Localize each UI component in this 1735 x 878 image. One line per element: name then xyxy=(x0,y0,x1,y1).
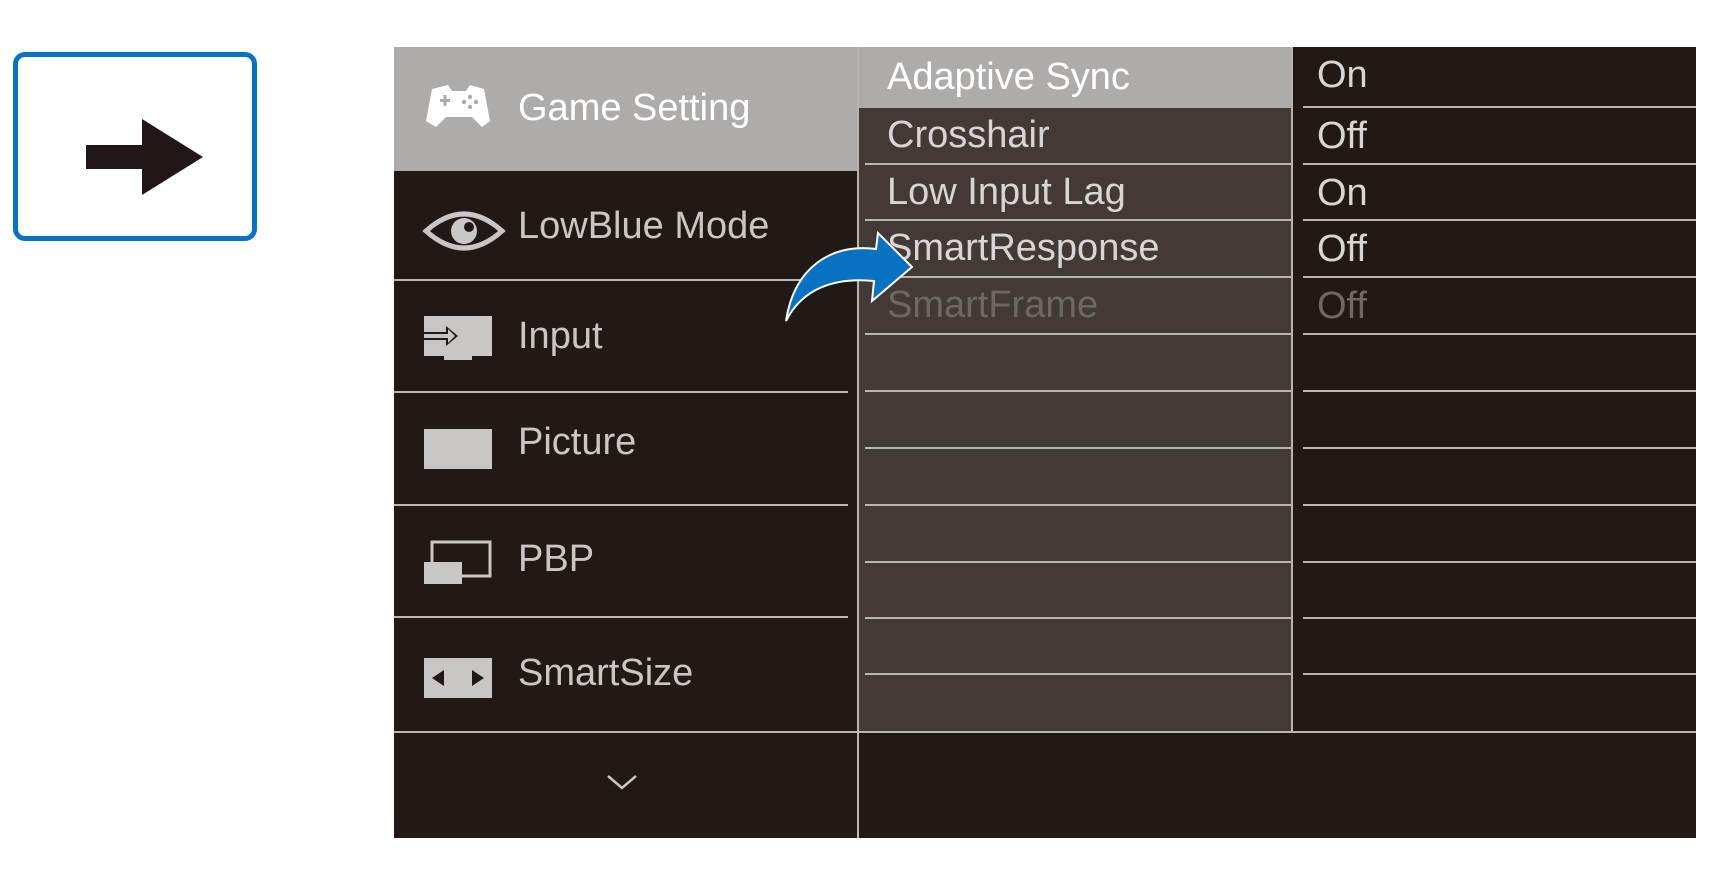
value-divider xyxy=(1303,333,1696,335)
submenu-item-low-input-lag[interactable]: Low Input Lag xyxy=(859,165,1291,222)
input-icon xyxy=(422,314,494,376)
value-divider xyxy=(1303,617,1696,619)
picture-icon xyxy=(422,427,494,481)
value-smartresponse[interactable]: Off xyxy=(1297,221,1696,278)
submenu-divider xyxy=(865,673,1291,675)
submenu-divider xyxy=(865,561,1291,563)
osd-panel: Game Setting LowBlue Mode Input Picture … xyxy=(394,47,1696,838)
value-label: On xyxy=(1317,172,1368,214)
menu-item-label: LowBlue Mode xyxy=(518,205,770,247)
value-divider xyxy=(1303,504,1696,506)
submenu-item-smartresponse[interactable]: SmartResponse xyxy=(859,221,1291,278)
submenu-divider xyxy=(865,504,1291,506)
right-arrow-icon xyxy=(86,119,203,195)
right-key-button[interactable] xyxy=(13,52,257,241)
main-menu: Game Setting LowBlue Mode Input Picture … xyxy=(394,47,857,838)
gamepad-icon xyxy=(422,81,492,141)
submenu-divider xyxy=(865,333,1291,335)
value-smartframe: Off xyxy=(1297,278,1696,335)
eye-icon xyxy=(422,203,506,269)
column-divider xyxy=(1291,47,1293,731)
osd-manual-illustration: Game Setting LowBlue Mode Input Picture … xyxy=(0,0,1735,878)
submenu: Adaptive Sync Crosshair Low Input Lag Sm… xyxy=(859,47,1291,731)
value-crosshair[interactable]: Off xyxy=(1297,108,1696,165)
submenu-item-smartframe: SmartFrame xyxy=(859,278,1291,335)
submenu-divider xyxy=(865,447,1291,449)
pbp-icon xyxy=(422,540,494,596)
value-divider xyxy=(1303,561,1696,563)
menu-item-game-setting[interactable]: Game Setting xyxy=(394,47,857,171)
value-label: Off xyxy=(1317,115,1367,157)
value-label: On xyxy=(1317,54,1368,96)
submenu-divider xyxy=(865,617,1291,619)
menu-item-label: SmartSize xyxy=(518,652,694,694)
submenu-item-adaptive-sync[interactable]: Adaptive Sync xyxy=(859,47,1291,108)
submenu-item-label: SmartResponse xyxy=(887,227,1160,269)
menu-item-label: PBP xyxy=(518,538,595,580)
panel-divider xyxy=(394,731,1696,733)
submenu-item-label: Crosshair xyxy=(887,114,1050,156)
curved-arrow-icon xyxy=(785,230,914,322)
value-label: Off xyxy=(1317,228,1367,270)
menu-item-picture[interactable]: Picture xyxy=(394,393,857,504)
menu-item-label: Game Setting xyxy=(518,87,751,129)
value-divider xyxy=(1303,390,1696,392)
menu-item-label: Picture xyxy=(518,421,637,463)
value-low-input-lag[interactable]: On xyxy=(1297,165,1696,222)
submenu-item-label: Adaptive Sync xyxy=(887,56,1130,98)
menu-item-smartsize[interactable]: SmartSize xyxy=(394,618,857,731)
chevron-down-icon[interactable] xyxy=(606,773,638,796)
smartsize-icon xyxy=(422,656,494,710)
value-adaptive-sync[interactable]: On xyxy=(1297,47,1696,104)
submenu-divider xyxy=(865,390,1291,392)
value-column: On Off On Off Off xyxy=(1297,47,1696,731)
submenu-item-label: Low Input Lag xyxy=(887,171,1126,213)
menu-item-pbp[interactable]: PBP xyxy=(394,506,857,616)
submenu-item-crosshair[interactable]: Crosshair xyxy=(859,108,1291,165)
value-label: Off xyxy=(1317,285,1367,327)
value-divider xyxy=(1303,673,1696,675)
value-divider xyxy=(1303,447,1696,449)
menu-item-label: Input xyxy=(518,315,603,357)
